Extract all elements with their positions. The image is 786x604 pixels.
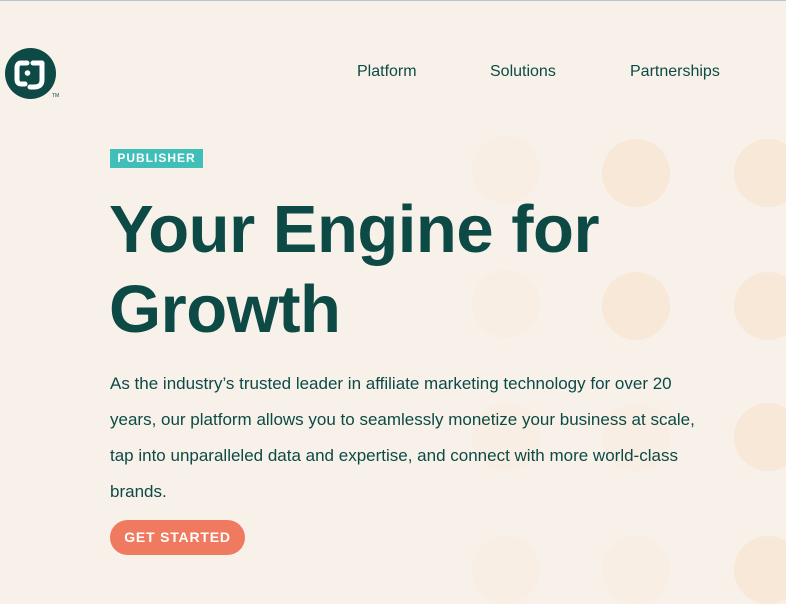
nav-item-partnerships[interactable]: Partnerships bbox=[630, 62, 720, 82]
hero-headline-line-2: Growth bbox=[109, 272, 341, 347]
decorative-dot bbox=[734, 272, 786, 340]
hero-headline-line-1: Your Engine for bbox=[109, 192, 600, 267]
hero-description: As the industry’s trusted leader in affi… bbox=[110, 374, 695, 501]
cj-logo[interactable]: TM bbox=[5, 48, 60, 100]
cj-logo-icon bbox=[14, 60, 45, 90]
nav-item-solutions[interactable]: Solutions bbox=[490, 62, 556, 82]
decorative-dot bbox=[602, 536, 670, 604]
browser-top-border bbox=[0, 0, 786, 1]
decorative-dot bbox=[734, 536, 786, 604]
decorative-dot bbox=[734, 403, 786, 471]
get-started-button[interactable]: GET STARTED bbox=[110, 520, 245, 555]
nav-item-platform[interactable]: Platform bbox=[357, 62, 417, 82]
trademark-mark: TM bbox=[52, 93, 60, 99]
hero-headline: Your Engine for Growth bbox=[109, 190, 689, 350]
publisher-badge: PUBLISHER bbox=[110, 149, 203, 168]
decorative-dot bbox=[734, 139, 786, 207]
decorative-dot bbox=[472, 536, 540, 604]
